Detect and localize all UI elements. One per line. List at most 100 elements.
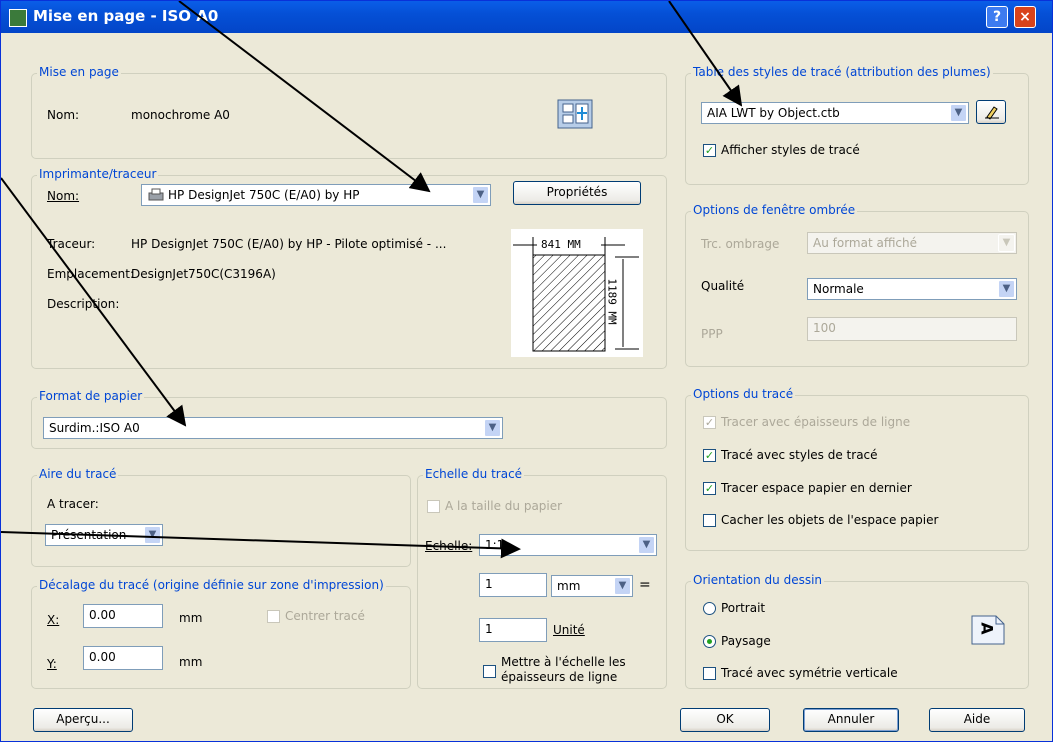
paper-size-value: Surdim.:ISO A0 [49, 421, 140, 435]
offset-x-label: X: [47, 613, 60, 627]
printer-name-value: HP DesignJet 750C (E/A0) by HP [168, 188, 360, 202]
scale-value: 1:1 [485, 538, 505, 552]
offset-y-field[interactable]: 0.00 [83, 646, 163, 670]
group-label-fenetre: Options de fenêtre ombrée [691, 203, 858, 217]
group-label-mise-en-page: Mise en page [37, 65, 121, 79]
fit-paper-checkbox[interactable] [427, 500, 440, 513]
plot-lineweights-checkbox[interactable]: ✓ [703, 416, 716, 429]
help-button[interactable]: Aide [929, 708, 1025, 732]
properties-button[interactable]: Propriétés [513, 181, 641, 205]
group-label-options: Options du tracé [691, 387, 796, 401]
center-plot-checkbox[interactable] [267, 610, 280, 623]
printer-icon [148, 188, 164, 202]
group-label-orientation: Orientation du dessin [691, 573, 825, 587]
group-label-decalage: Décalage du tracé (origine définie sur z… [37, 578, 386, 592]
plotter-value: HP DesignJet 750C (E/A0) by HP - Pilote … [131, 237, 447, 251]
chevron-down-icon[interactable]: ▼ [144, 526, 161, 544]
mirror-plot-checkbox[interactable] [703, 667, 716, 680]
chevron-down-icon[interactable]: ▼ [950, 104, 967, 122]
dpi-field[interactable]: 100 [807, 317, 1017, 341]
group-label-echelle: Echelle du tracé [423, 467, 525, 481]
help-title-button[interactable]: ? [986, 6, 1008, 28]
scale-unit-value: mm [557, 579, 581, 593]
landscape-radio[interactable] [703, 635, 716, 648]
orientation-page-icon: A [971, 615, 1005, 645]
portrait-label: Portrait [721, 601, 766, 615]
plotter-label: Traceur: [47, 237, 96, 251]
description-label: Description: [47, 297, 120, 311]
location-value: DesignJet750C(C3196A) [131, 267, 276, 281]
group-styles [685, 73, 1029, 185]
group-label-imprimante: Imprimante/traceur [37, 167, 159, 181]
scale-lineweights-checkbox[interactable] [483, 665, 496, 678]
scale-lineweights-label-2: épaisseurs de ligne [501, 670, 618, 684]
location-label: Emplacement: [47, 267, 134, 281]
group-aire [31, 475, 411, 567]
orientation-letter: A [977, 622, 997, 635]
scale-unit-combo[interactable]: mm ▼ [551, 575, 633, 597]
printer-name-label: Nom: [47, 189, 80, 203]
show-styles-label: Afficher styles de tracé [721, 143, 860, 157]
plot-area-combo[interactable]: Présentation ▼ [45, 524, 163, 546]
quality-value: Normale [813, 282, 864, 296]
group-label-styles: Table des styles de tracé (attribution d… [691, 65, 993, 79]
hide-paperspace-checkbox[interactable] [703, 514, 716, 527]
printer-name-combo[interactable]: HP DesignJet 750C (E/A0) by HP ▼ [141, 184, 491, 206]
chevron-down-icon[interactable]: ▼ [998, 234, 1015, 252]
dialog-title: Mise en page - ISO A0 [33, 7, 219, 25]
plot-style-value: AIA LWT by Object.ctb [707, 106, 840, 120]
chevron-down-icon[interactable]: ▼ [638, 536, 655, 554]
paperspace-last-label: Tracer espace papier en dernier [721, 481, 912, 495]
fit-paper-label: A la taille du papier [445, 499, 563, 513]
paper-size-combo[interactable]: Surdim.:ISO A0 ▼ [43, 417, 503, 439]
plot-area-label: A tracer: [47, 497, 99, 511]
show-styles-checkbox[interactable]: ✓ [703, 144, 716, 157]
ok-button[interactable]: OK [680, 708, 770, 732]
plot-with-styles-label: Tracé avec styles de tracé [721, 448, 878, 462]
group-label-aire: Aire du tracé [37, 467, 119, 481]
scale-numerator-field[interactable]: 1 [479, 573, 547, 597]
portrait-radio[interactable] [703, 602, 716, 615]
layout-name-value: monochrome A0 [131, 108, 230, 122]
offset-y-unit: mm [179, 655, 203, 669]
chevron-down-icon[interactable]: ▼ [484, 419, 501, 437]
shade-plot-combo[interactable]: Au format affiché ▼ [807, 232, 1017, 254]
quality-label: Qualité [701, 279, 745, 293]
scale-denominator-field[interactable]: 1 [479, 618, 547, 642]
hide-paperspace-label: Cacher les objets de l'espace papier [721, 513, 939, 527]
preview-width-text: 841 MM [541, 238, 581, 251]
paper-preview: 841 MM 1189 MM [511, 229, 643, 357]
cancel-button[interactable]: Annuler [803, 708, 899, 732]
landscape-label: Paysage [721, 634, 771, 648]
quality-combo[interactable]: Normale ▼ [807, 278, 1017, 300]
app-icon [9, 9, 27, 27]
plot-style-combo[interactable]: AIA LWT by Object.ctb ▼ [701, 102, 969, 124]
close-title-button[interactable]: × [1014, 6, 1036, 28]
paperspace-last-checkbox[interactable]: ✓ [703, 482, 716, 495]
chevron-down-icon[interactable]: ▼ [998, 280, 1015, 298]
chevron-down-icon[interactable]: ▼ [472, 186, 489, 204]
scale-lineweights-label-1: Mettre à l'échelle les [501, 655, 626, 669]
shade-plot-value: Au format affiché [813, 236, 918, 250]
offset-y-label: Y: [47, 657, 57, 671]
preview-height-text: 1189 MM [605, 278, 619, 325]
dpi-label: PPP [701, 327, 723, 341]
plot-with-styles-checkbox[interactable]: ✓ [703, 449, 716, 462]
scale-label: Echelle: [425, 539, 473, 553]
plot-lineweights-label: Tracer avec épaisseurs de ligne [721, 415, 911, 429]
edit-pencil-icon [983, 104, 1001, 120]
offset-x-field[interactable]: 0.00 [83, 604, 163, 628]
edit-style-button[interactable] [976, 100, 1006, 124]
title-bar: Mise en page - ISO A0 ? × [1, 1, 1052, 33]
group-decalage [31, 586, 411, 689]
scale-combo[interactable]: 1:1 ▼ [479, 534, 657, 556]
group-label-format: Format de papier [37, 389, 145, 403]
plot-area-value: Présentation [51, 528, 127, 542]
preview-button[interactable]: Aperçu... [33, 708, 133, 732]
offset-x-unit: mm [179, 611, 203, 625]
equals-sign: = [639, 577, 651, 593]
layout-name-label: Nom: [47, 108, 80, 122]
center-plot-label: Centrer tracé [285, 609, 365, 623]
unit-label: Unité [553, 623, 585, 637]
chevron-down-icon[interactable]: ▼ [614, 577, 631, 595]
